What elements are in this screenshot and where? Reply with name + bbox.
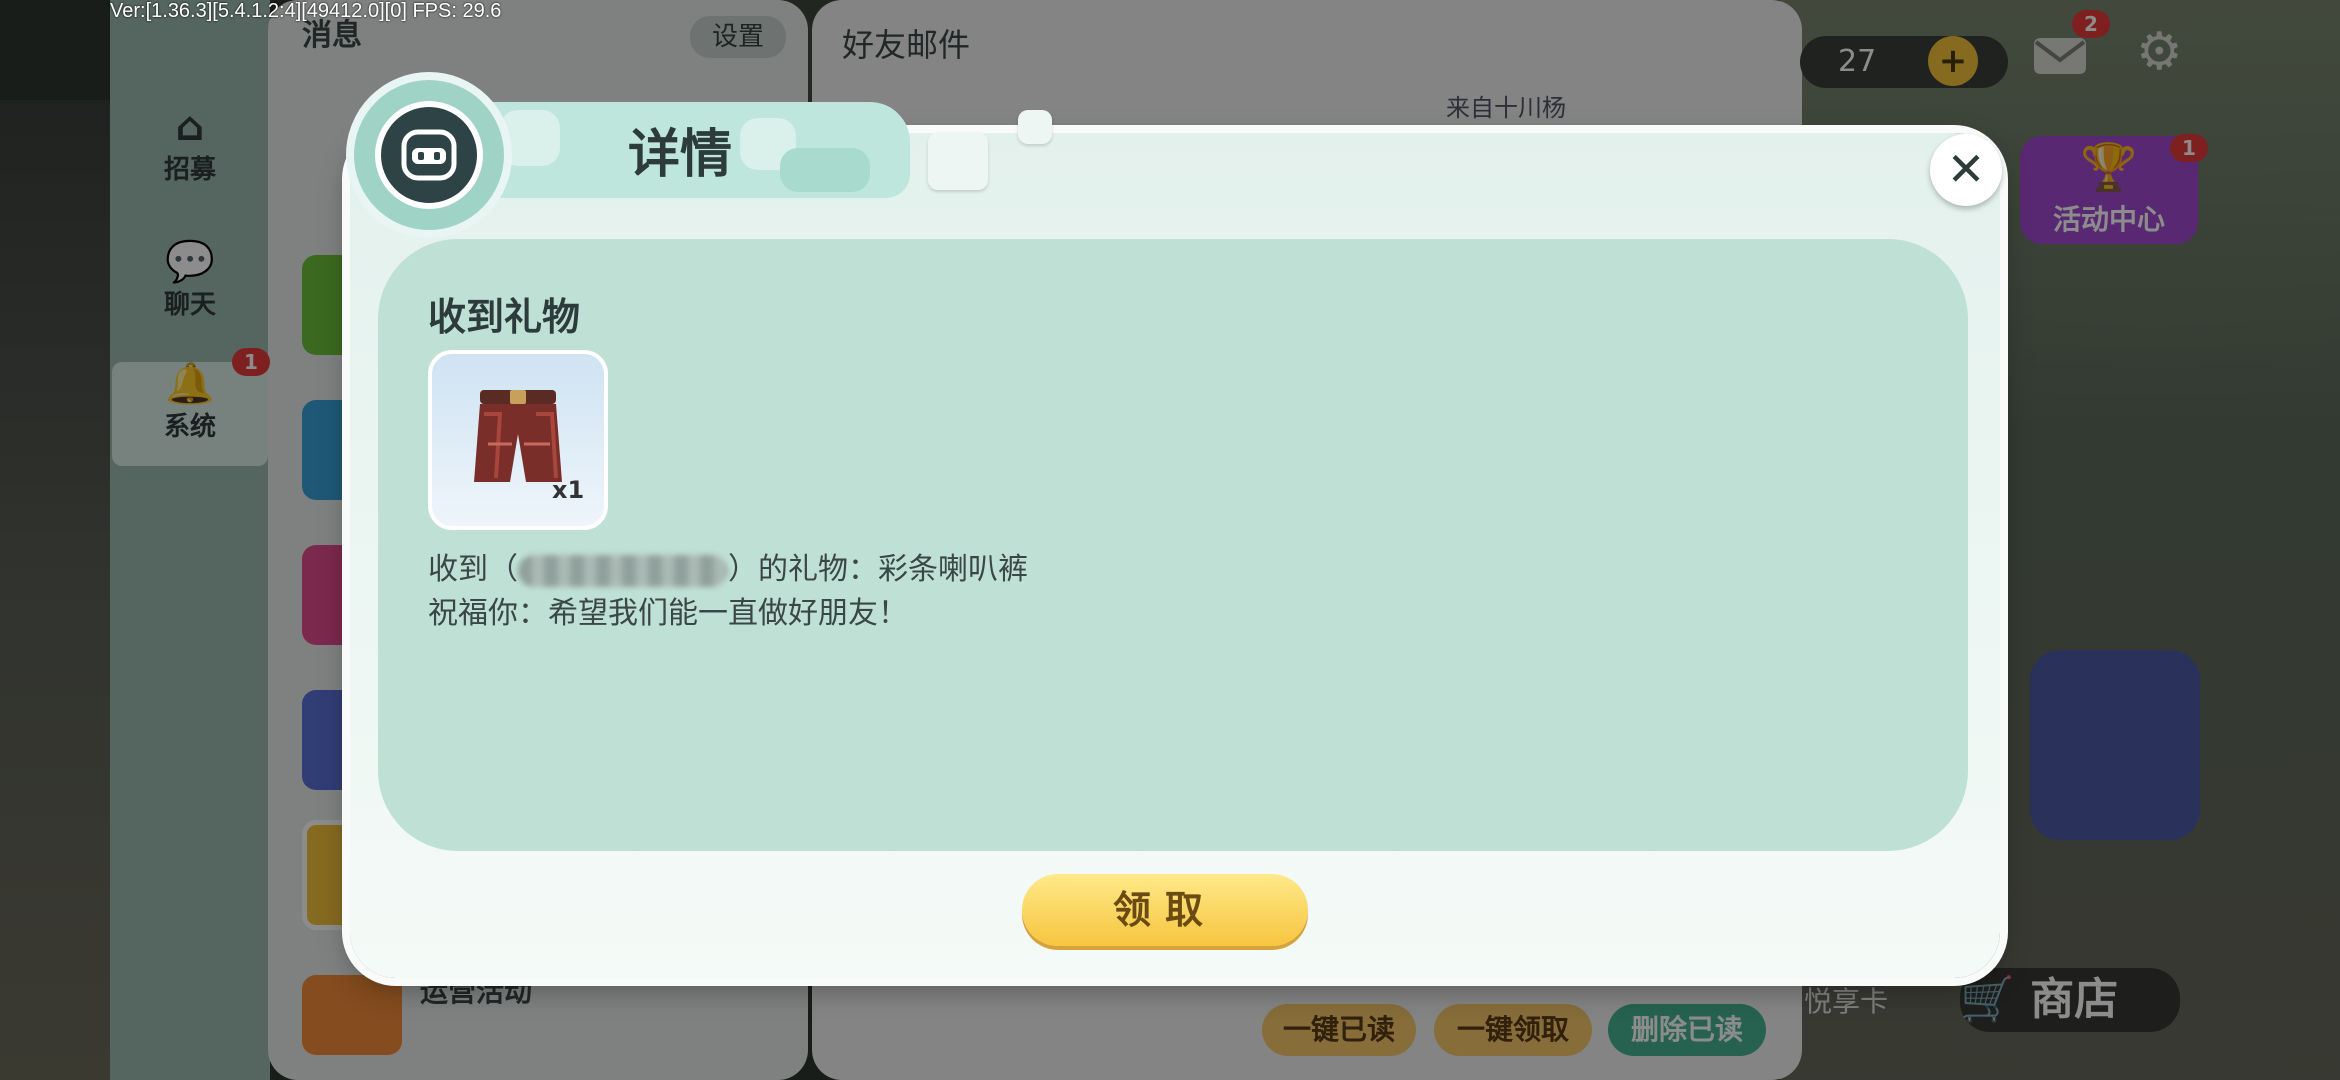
close-button[interactable]: ✕ bbox=[1930, 134, 2002, 206]
gift-line-prefix: 收到（ bbox=[428, 552, 518, 587]
decor-square bbox=[928, 132, 988, 190]
gift-line-suffix: ）的礼物：彩条喇叭裤 bbox=[728, 552, 1028, 587]
sender-name-redacted bbox=[518, 554, 728, 587]
avatar bbox=[346, 72, 512, 238]
debug-overlay: Ver:[1.36.3][5.4.1.2:4][49412.0][0] FPS:… bbox=[110, 0, 502, 22]
claim-button[interactable]: 领取 bbox=[1022, 874, 1308, 946]
gift-item-count: x1 bbox=[552, 476, 585, 504]
gift-section-title: 收到礼物 bbox=[428, 295, 581, 339]
gift-blessing: 祝福你：希望我们能一直做好朋友！ bbox=[428, 596, 908, 631]
decor-square bbox=[1018, 110, 1052, 144]
tab-decor bbox=[780, 148, 870, 192]
avatar-face-icon bbox=[375, 101, 483, 209]
gift-description: 收到（ ）的礼物：彩条喇叭裤 bbox=[428, 544, 1028, 588]
modal-title: 详情 bbox=[628, 125, 733, 185]
